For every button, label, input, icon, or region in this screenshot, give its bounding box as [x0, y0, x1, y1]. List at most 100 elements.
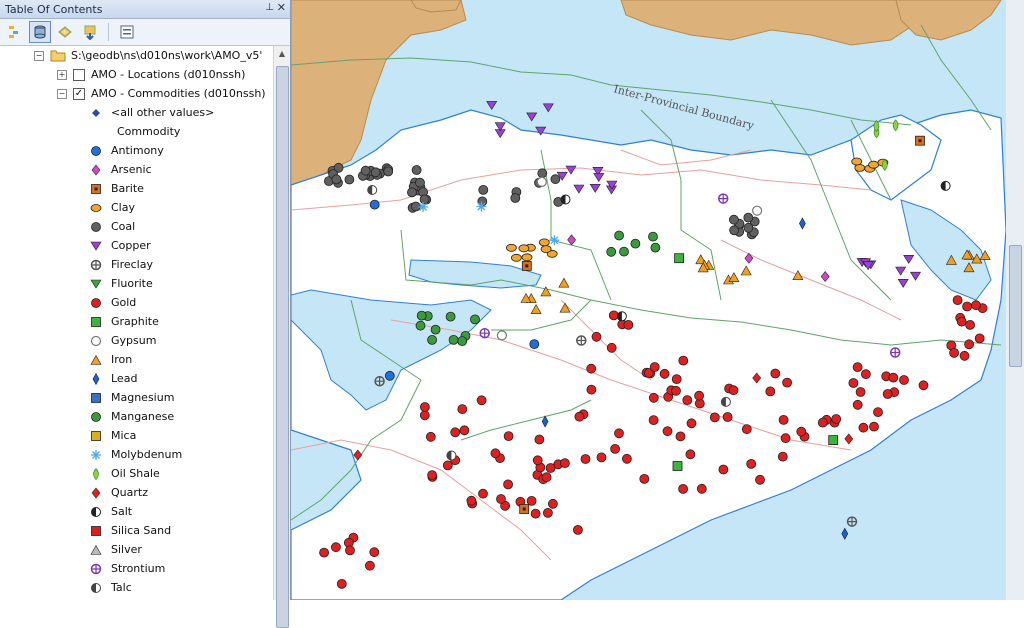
options-icon[interactable]: [116, 21, 138, 43]
marker-gold[interactable]: [685, 449, 696, 460]
marker-gold[interactable]: [596, 452, 607, 463]
marker-clay[interactable]: [518, 244, 530, 253]
marker-gold[interactable]: [574, 411, 585, 422]
marker-barite[interactable]: [519, 504, 530, 514]
marker-barite[interactable]: [915, 135, 925, 146]
marker-gold[interactable]: [765, 386, 776, 397]
marker-gold[interactable]: [709, 412, 720, 423]
marker-gold[interactable]: [675, 431, 686, 442]
marker-antimony[interactable]: [529, 339, 540, 350]
marker-gold[interactable]: [659, 368, 670, 379]
marker-gold[interactable]: [534, 434, 545, 445]
marker-gold[interactable]: [648, 415, 659, 426]
marker-gold[interactable]: [678, 483, 689, 494]
marker-gold[interactable]: [974, 333, 985, 344]
marker-gold[interactable]: [959, 350, 970, 361]
list-by-drawing-order-icon[interactable]: [4, 21, 26, 43]
marker-clay[interactable]: [510, 253, 522, 262]
legend-item-oil-shale[interactable]: Oil Shale: [89, 464, 160, 483]
marker-gold[interactable]: [882, 389, 893, 399]
marker-gold[interactable]: [671, 374, 682, 385]
marker-gold[interactable]: [591, 331, 602, 342]
marker-gypsum[interactable]: [496, 330, 507, 341]
marker-gold[interactable]: [478, 488, 488, 499]
marker-coal[interactable]: [743, 222, 754, 233]
marker-coal[interactable]: [537, 168, 548, 179]
marker-manganese[interactable]: [650, 242, 661, 253]
marker-coal[interactable]: [550, 174, 561, 185]
marker-antimony[interactable]: [384, 370, 395, 381]
marker-gold[interactable]: [542, 507, 553, 518]
marker-antimony[interactable]: [369, 199, 380, 210]
marker-coal[interactable]: [411, 165, 422, 175]
marker-gold[interactable]: [541, 472, 552, 483]
legend-item-magnesium[interactable]: Magnesium: [89, 388, 174, 407]
marker-gold[interactable]: [610, 443, 621, 454]
marker-talc[interactable]: [446, 450, 457, 461]
marker-salt[interactable]: [560, 194, 571, 205]
marker-coal[interactable]: [478, 184, 489, 195]
layer-checkbox-commodities[interactable]: ✓: [73, 87, 85, 100]
marker-coal[interactable]: [331, 174, 342, 185]
scroll-up-icon[interactable]: ▲: [274, 46, 290, 62]
legend-item-talc[interactable]: Talc: [89, 578, 132, 597]
marker-gold[interactable]: [365, 560, 375, 571]
marker-salt[interactable]: [940, 180, 951, 191]
marker-gypsum[interactable]: [536, 176, 547, 187]
marker-gold[interactable]: [331, 542, 341, 553]
marker-gold[interactable]: [965, 319, 975, 330]
marker-gold[interactable]: [586, 384, 597, 395]
marker-gold[interactable]: [956, 316, 967, 327]
marker-gold[interactable]: [778, 414, 789, 425]
list-by-selection-icon[interactable]: [79, 21, 101, 43]
legend-item-silica-sand[interactable]: Silica Sand: [89, 521, 171, 540]
marker-gold[interactable]: [852, 362, 863, 373]
marker-clay[interactable]: [521, 253, 533, 262]
scroll-thumb[interactable]: [276, 66, 289, 628]
close-icon[interactable]: ✕: [277, 1, 286, 14]
list-by-source-icon[interactable]: [29, 21, 51, 43]
legend-item-salt[interactable]: Salt: [89, 502, 132, 521]
marker-gold[interactable]: [545, 463, 556, 473]
marker-gold[interactable]: [782, 377, 793, 388]
pin-icon[interactable]: ⊥: [265, 2, 274, 13]
marker-fireclay[interactable]: [374, 375, 385, 387]
map-view[interactable]: Inter-Provincial Boundary: [291, 0, 1024, 600]
marker-copper[interactable]: [542, 103, 554, 113]
marker-gold[interactable]: [503, 479, 514, 490]
marker-gold[interactable]: [971, 300, 981, 311]
marker-barite[interactable]: [521, 260, 532, 271]
legend-item-molybdenum[interactable]: Molybdenum: [89, 445, 182, 464]
marker-gold[interactable]: [559, 458, 570, 469]
legend-item-fireclay[interactable]: Fireclay: [89, 255, 153, 274]
marker-manganese[interactable]: [427, 334, 438, 345]
marker-gold[interactable]: [718, 464, 729, 475]
map-scrollbar[interactable]: [1006, 0, 1024, 600]
marker-gold[interactable]: [686, 418, 697, 429]
marker-strontium[interactable]: [889, 347, 901, 358]
marker-coal[interactable]: [510, 193, 521, 203]
marker-gold[interactable]: [450, 427, 461, 438]
layer-row-locations[interactable]: + AMO - Locations (d010nssh): [57, 65, 245, 84]
marker-coal[interactable]: [729, 225, 740, 236]
marker-copper[interactable]: [486, 101, 498, 110]
marker-gold[interactable]: [858, 422, 869, 433]
marker-gold[interactable]: [457, 404, 468, 415]
marker-gold[interactable]: [671, 385, 681, 396]
marker-strontium[interactable]: [479, 327, 490, 339]
marker-gold[interactable]: [662, 426, 673, 437]
marker-coal[interactable]: [728, 214, 739, 225]
legend-item-manganese[interactable]: Manganese: [89, 407, 174, 426]
legend-item-barite[interactable]: Barite: [89, 179, 144, 198]
marker-gold[interactable]: [777, 451, 788, 462]
marker-manganese[interactable]: [445, 311, 456, 322]
legend-item-graphite[interactable]: Graphite: [89, 312, 159, 331]
marker-manganese[interactable]: [457, 336, 468, 347]
marker-graphite[interactable]: [828, 435, 839, 446]
marker-manganese[interactable]: [630, 238, 641, 249]
collapse-icon[interactable]: −: [57, 88, 67, 99]
marker-gold[interactable]: [722, 412, 733, 422]
map-canvas[interactable]: Inter-Provincial Boundary: [291, 0, 1024, 600]
marker-clay[interactable]: [868, 160, 879, 169]
marker-clay[interactable]: [854, 163, 866, 172]
